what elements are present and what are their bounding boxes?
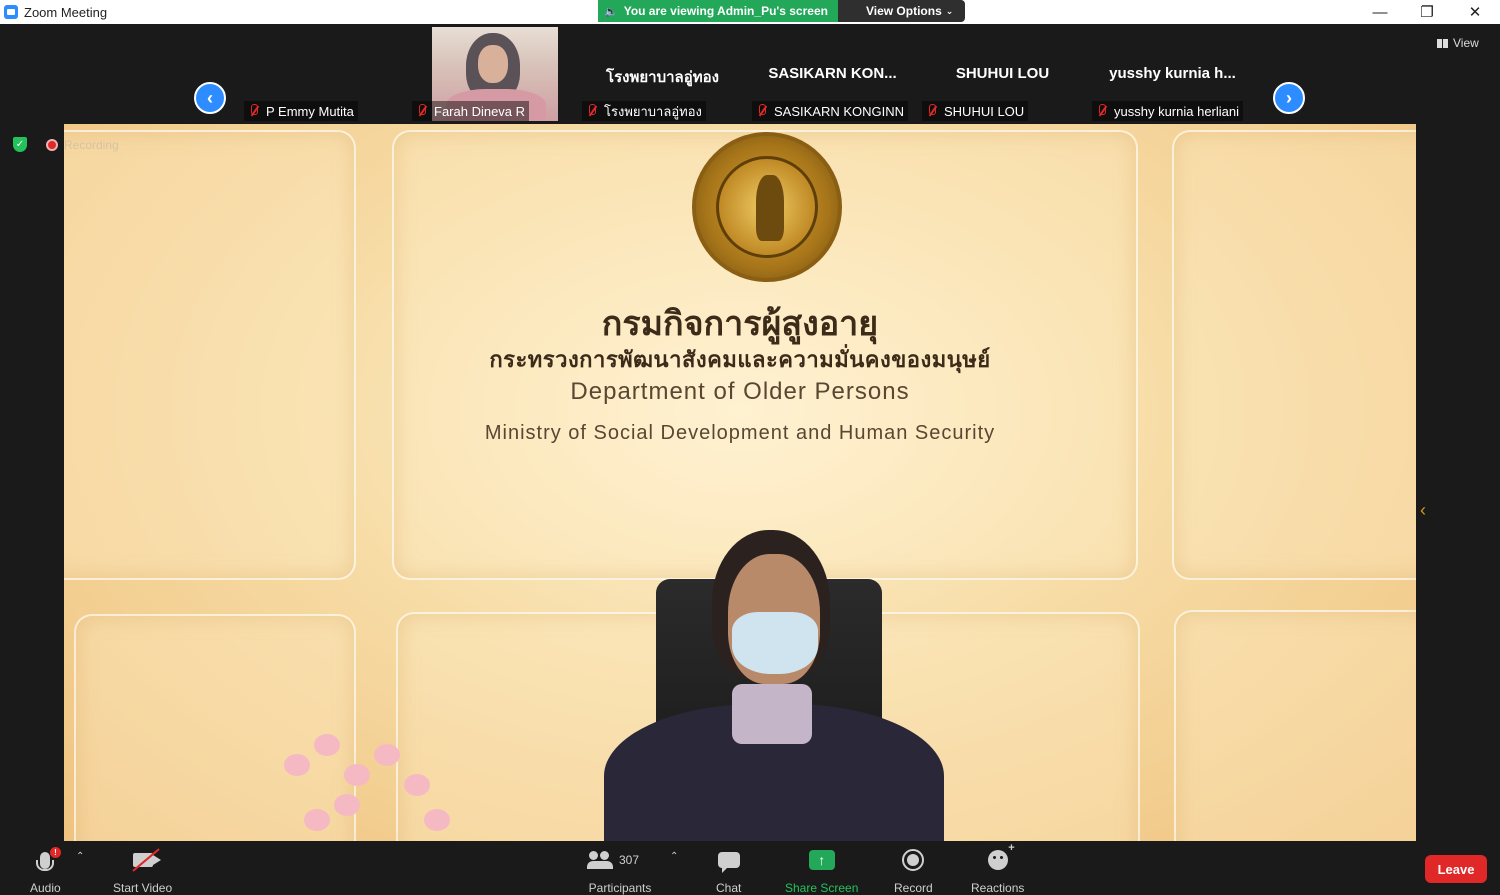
viewing-indicator: 🔈 You are viewing Admin_Pu's screen xyxy=(598,0,838,22)
audio-label: Audio xyxy=(30,881,61,895)
wall-english-subtitle: Ministry of Social Development and Human… xyxy=(484,422,996,444)
reactions-icon xyxy=(987,842,1015,870)
participant-name: P Emmy Mutita xyxy=(266,103,354,119)
leave-button[interactable]: Leave xyxy=(1425,855,1487,883)
share-screen-button[interactable]: ↑ Share Screen xyxy=(785,847,858,895)
record-button[interactable]: Record xyxy=(894,847,933,895)
next-page-button[interactable]: › xyxy=(1273,82,1305,114)
wall-thai-subtitle: กระทรวงการพัฒนาสังคมและความมั่นคงของมนุษ… xyxy=(489,347,991,372)
face-mask xyxy=(732,612,818,674)
participant-namebar: SASIKARN KONGINN xyxy=(752,101,909,121)
collapse-panel-chevron-icon[interactable]: ‹ xyxy=(1420,500,1426,521)
prev-page-button[interactable]: ‹ xyxy=(194,82,226,114)
speaker-neck xyxy=(732,684,812,744)
view-options-button[interactable]: View Options ⌄ xyxy=(837,0,966,22)
participant-display-name: SHUHUI LOU xyxy=(955,65,1050,82)
minimize-button[interactable]: — xyxy=(1357,0,1403,24)
viewing-banner: 🔈 You are viewing Admin_Pu's screen View… xyxy=(598,0,966,22)
mic-muted-icon xyxy=(586,104,598,118)
participant-tile[interactable]: SASIKARN KON... SASIKARN KONGINN xyxy=(750,27,915,121)
view-button[interactable]: View xyxy=(1437,36,1479,50)
chat-icon xyxy=(717,852,740,873)
mic-muted-icon xyxy=(756,104,768,118)
orchid-flowers xyxy=(274,714,464,841)
audio-warning-badge: ! xyxy=(50,847,61,858)
mic-muted-icon xyxy=(416,104,428,118)
view-options-label: View Options xyxy=(865,4,942,18)
audio-options-caret[interactable]: ⌃ xyxy=(76,851,84,862)
participants-button[interactable]: 307 Participants xyxy=(587,847,653,895)
chevron-down-icon: ⌄ xyxy=(945,5,954,16)
record-label: Record xyxy=(894,881,933,895)
department-emblem xyxy=(692,132,842,282)
wall-english-title: Department of Older Persons xyxy=(570,378,910,405)
recording-indicator[interactable]: Recording xyxy=(46,138,119,152)
share-screen-label: Share Screen xyxy=(785,881,859,895)
speaker-icon: 🔈 xyxy=(604,5,618,18)
participant-tile[interactable]: โรงพยาบาลอู่ทอง โรงพยาบาลอู่ทอง xyxy=(580,27,745,121)
mic-muted-icon xyxy=(248,104,260,118)
close-button[interactable]: ✕ xyxy=(1452,0,1498,24)
microphone-icon xyxy=(36,851,55,871)
participant-namebar: yusshy kurnia herliani xyxy=(1092,101,1244,121)
chevron-left-icon: ‹ xyxy=(207,87,213,108)
meeting-toolbar: Audio ! ⌃ Start Video 307 Participants ⌃… xyxy=(0,841,1500,895)
participants-count: 307 xyxy=(619,853,640,867)
participant-name: Farah Dineva R xyxy=(434,103,526,119)
record-icon xyxy=(902,849,925,871)
participants-options-caret[interactable]: ⌃ xyxy=(670,851,678,862)
participant-display-name: yusshy kurnia h... xyxy=(1109,65,1236,82)
start-video-button[interactable]: Start Video xyxy=(113,847,172,895)
reactions-label: Reactions xyxy=(971,881,1025,895)
main-video[interactable]: กรมกิจการผู้สูงอายุ กระทรวงการพัฒนาสังคม… xyxy=(64,124,1416,841)
participant-namebar: Farah Dineva R xyxy=(412,101,530,121)
participant-name: SASIKARN KONGINN xyxy=(774,103,905,119)
participant-strip: ‹ P Emmy Mutita Farah Dineva R โรงพยาบาล… xyxy=(0,24,1500,124)
chat-label: Chat xyxy=(716,881,742,895)
zoom-icon xyxy=(4,5,18,19)
participant-name: SHUHUI LOU xyxy=(944,103,1025,119)
start-video-label: Start Video xyxy=(113,881,173,895)
recording-label: Recording xyxy=(64,138,119,152)
participant-namebar: P Emmy Mutita xyxy=(244,101,358,121)
restore-button[interactable]: ❐ xyxy=(1404,0,1450,24)
participant-name: โรงพยาบาลอู่ทอง xyxy=(604,103,702,119)
mic-muted-icon xyxy=(926,104,938,118)
participant-tile[interactable]: SHUHUI LOU SHUHUI LOU xyxy=(920,27,1085,121)
chevron-right-icon: › xyxy=(1286,87,1292,108)
grid-icon xyxy=(1437,38,1448,48)
reactions-button[interactable]: Reactions xyxy=(971,842,1025,895)
participant-tile[interactable]: yusshy kurnia h... yusshy kurnia herlian… xyxy=(1090,27,1255,121)
participant-tile[interactable]: P Emmy Mutita xyxy=(242,27,407,121)
participant-display-name: โรงพยาบาลอู่ทอง xyxy=(606,69,719,86)
chat-button[interactable]: Chat xyxy=(716,847,741,895)
wall-panel xyxy=(1174,610,1416,841)
viewing-text: You are viewing Admin_Pu's screen xyxy=(623,4,828,18)
mic-muted-icon xyxy=(1096,104,1108,118)
recording-dot-icon xyxy=(46,139,58,151)
participants-icon xyxy=(587,851,613,869)
window-title: Zoom Meeting xyxy=(24,4,108,20)
security-shield-icon[interactable]: ✓ xyxy=(13,137,27,152)
participant-tile[interactable]: Farah Dineva R xyxy=(410,27,575,121)
view-label: View xyxy=(1453,36,1479,50)
participant-display-name: SASIKARN KON... xyxy=(768,65,897,82)
participant-namebar: SHUHUI LOU xyxy=(922,101,1029,121)
share-screen-icon: ↑ xyxy=(808,850,835,870)
participant-name: yusshy kurnia herliani xyxy=(1114,103,1240,119)
participant-namebar: โรงพยาบาลอู่ทอง xyxy=(582,101,706,121)
video-off-icon xyxy=(132,853,161,867)
participants-label: Participants xyxy=(588,881,652,895)
